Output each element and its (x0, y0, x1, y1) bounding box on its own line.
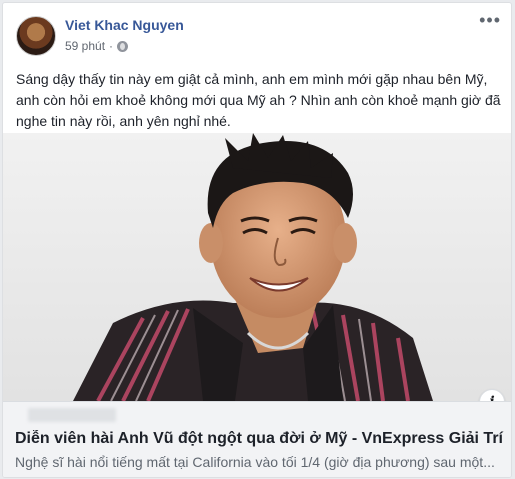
link-description: Nghệ sĩ hài nổi tiếng mất tại California… (15, 454, 495, 470)
link-preview[interactable]: Diễn viên hài Anh Vũ đột ngột qua đời ở … (3, 401, 511, 477)
post-header: Viet Khac Nguyen 59 phút · ••• (3, 3, 511, 63)
link-preview-image[interactable] (3, 133, 511, 401)
post-card: Viet Khac Nguyen 59 phút · ••• Sáng dậy … (2, 2, 512, 478)
avatar[interactable] (16, 16, 56, 56)
more-options-icon[interactable]: ••• (479, 11, 501, 29)
meta-separator: · (109, 39, 114, 53)
link-domain-blurred (28, 408, 116, 422)
post-meta: 59 phút · (65, 39, 129, 53)
portrait-illustration (3, 133, 511, 401)
author-name[interactable]: Viet Khac Nguyen (65, 17, 184, 33)
link-title[interactable]: Diễn viên hài Anh Vũ đột ngột qua đời ở … (15, 430, 505, 448)
post-time[interactable]: 59 phút (65, 39, 105, 53)
post-text: Sáng dậy thấy tin này em giật cả mình, a… (16, 71, 501, 129)
globe-icon[interactable] (117, 40, 129, 52)
